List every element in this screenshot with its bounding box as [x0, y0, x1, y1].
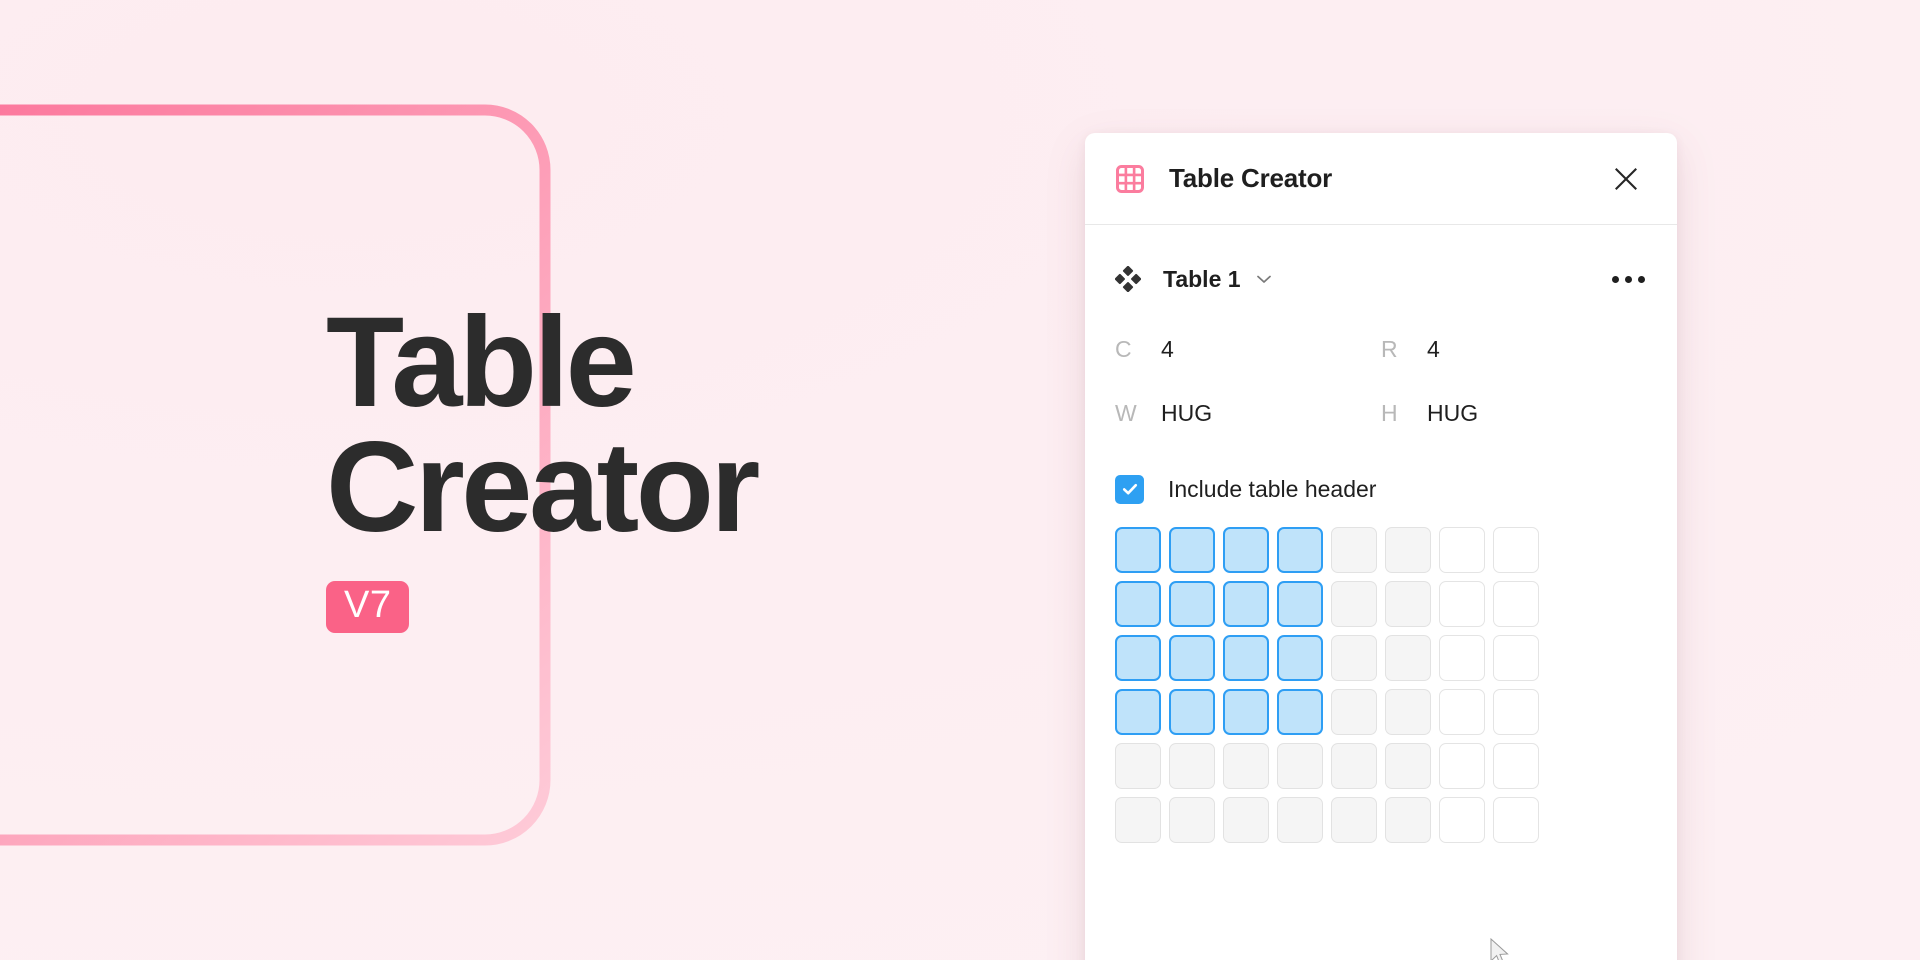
size-picker-cell-5-6[interactable] [1385, 743, 1431, 789]
label-height: H [1381, 399, 1398, 426]
page-title: Table Creator [326, 291, 760, 560]
size-picker-cell-3-2[interactable] [1169, 635, 1215, 681]
plugin-panel: Table Creator Table 1 C 4 R 4 W HUG H HU… [1085, 133, 1677, 960]
value-height[interactable]: HUG [1427, 400, 1478, 427]
size-picker-cell-5-2[interactable] [1169, 743, 1215, 789]
size-picker-cell-2-6[interactable] [1385, 581, 1431, 627]
value-rows[interactable]: 4 [1427, 336, 1440, 363]
more-options-icon [1638, 275, 1645, 283]
size-picker-cell-4-1[interactable] [1115, 689, 1161, 735]
value-columns[interactable]: 4 [1161, 336, 1174, 363]
size-picker-cell-4-3[interactable] [1223, 689, 1269, 735]
checkmark-icon [1122, 483, 1137, 495]
field-rows[interactable]: R 4 [1381, 336, 1647, 363]
size-picker-cell-2-1[interactable] [1115, 581, 1161, 627]
size-picker-cell-4-7[interactable] [1439, 689, 1485, 735]
canvas-background: Table Creator V7 Table Creator Table 1 C… [0, 0, 1920, 960]
field-columns[interactable]: C 4 [1115, 336, 1381, 363]
size-picker-cell-2-4[interactable] [1277, 581, 1323, 627]
size-picker-cell-4-6[interactable] [1385, 689, 1431, 735]
size-picker-cell-5-8[interactable] [1493, 743, 1539, 789]
chevron-down-icon[interactable] [1253, 268, 1275, 290]
include-header-checkbox[interactable] [1115, 474, 1144, 504]
component-icon [1115, 266, 1141, 292]
value-width[interactable]: HUG [1161, 400, 1212, 427]
close-button[interactable] [1609, 162, 1643, 196]
size-picker-cell-6-2[interactable] [1169, 797, 1215, 843]
version-badge: V7 [326, 580, 410, 633]
size-picker-cell-4-5[interactable] [1331, 689, 1377, 735]
size-picker-cell-3-3[interactable] [1223, 635, 1269, 681]
size-picker-cell-4-8[interactable] [1493, 689, 1539, 735]
size-picker-cell-2-2[interactable] [1169, 581, 1215, 627]
size-picker-cell-4-2[interactable] [1169, 689, 1215, 735]
size-picker-cell-6-4[interactable] [1277, 797, 1323, 843]
size-picker-cell-2-8[interactable] [1493, 581, 1539, 627]
size-picker-cell-1-2[interactable] [1169, 527, 1215, 573]
label-columns: C [1115, 335, 1132, 362]
size-picker-cell-3-6[interactable] [1385, 635, 1431, 681]
more-options-icon [1612, 275, 1619, 283]
size-picker-cell-6-3[interactable] [1223, 797, 1269, 843]
field-width[interactable]: W HUG [1115, 400, 1381, 427]
property-row-width-height: W HUG H HUG [1115, 381, 1647, 445]
more-options-button[interactable] [1610, 270, 1647, 289]
size-picker-cell-5-4[interactable] [1277, 743, 1323, 789]
property-row-columns-rows: C 4 R 4 [1115, 317, 1647, 381]
component-selector-row: Table 1 [1115, 253, 1647, 305]
size-picker-cell-2-5[interactable] [1331, 581, 1377, 627]
size-picker-cell-1-3[interactable] [1223, 527, 1269, 573]
size-picker-cell-3-8[interactable] [1493, 635, 1539, 681]
more-options-icon [1625, 275, 1632, 283]
field-height[interactable]: H HUG [1381, 400, 1647, 427]
size-picker-cell-6-7[interactable] [1439, 797, 1485, 843]
size-picker-cell-6-6[interactable] [1385, 797, 1431, 843]
size-picker-cell-1-6[interactable] [1385, 527, 1431, 573]
size-picker-cell-1-4[interactable] [1277, 527, 1323, 573]
panel-titlebar: Table Creator [1085, 133, 1677, 225]
table-size-picker[interactable] [1115, 527, 1647, 960]
size-picker-cell-4-4[interactable] [1277, 689, 1323, 735]
label-width: W [1115, 399, 1137, 426]
size-picker-cell-1-7[interactable] [1439, 527, 1485, 573]
size-picker-cell-3-1[interactable] [1115, 635, 1161, 681]
table-grid-icon [1116, 164, 1144, 193]
size-picker-cell-6-1[interactable] [1115, 797, 1161, 843]
size-picker-cell-5-1[interactable] [1115, 743, 1161, 789]
include-header-label[interactable]: Include table header [1168, 476, 1376, 503]
size-picker-cell-2-7[interactable] [1439, 581, 1485, 627]
size-picker-cell-2-3[interactable] [1223, 581, 1269, 627]
size-picker-cell-1-5[interactable] [1331, 527, 1377, 573]
size-picker-cell-6-8[interactable] [1493, 797, 1539, 843]
size-picker-cell-3-5[interactable] [1331, 635, 1377, 681]
panel-body: Table 1 C 4 R 4 W HUG H HUG Include tabl… [1085, 225, 1677, 960]
close-icon [1615, 167, 1637, 190]
component-name[interactable]: Table 1 [1163, 266, 1241, 293]
label-rows: R [1381, 335, 1398, 362]
size-picker-cell-5-7[interactable] [1439, 743, 1485, 789]
size-picker-cell-1-8[interactable] [1493, 527, 1539, 573]
include-header-row: Include table header [1115, 451, 1647, 527]
size-picker-cell-3-7[interactable] [1439, 635, 1485, 681]
size-picker-cell-3-4[interactable] [1277, 635, 1323, 681]
panel-title: Table Creator [1169, 163, 1333, 193]
hero-text-block: Table Creator V7 [326, 291, 1086, 633]
size-picker-cell-6-5[interactable] [1331, 797, 1377, 843]
size-picker-cell-1-1[interactable] [1115, 527, 1161, 573]
size-picker-cell-5-5[interactable] [1331, 743, 1377, 789]
size-picker-cell-5-3[interactable] [1223, 743, 1269, 789]
